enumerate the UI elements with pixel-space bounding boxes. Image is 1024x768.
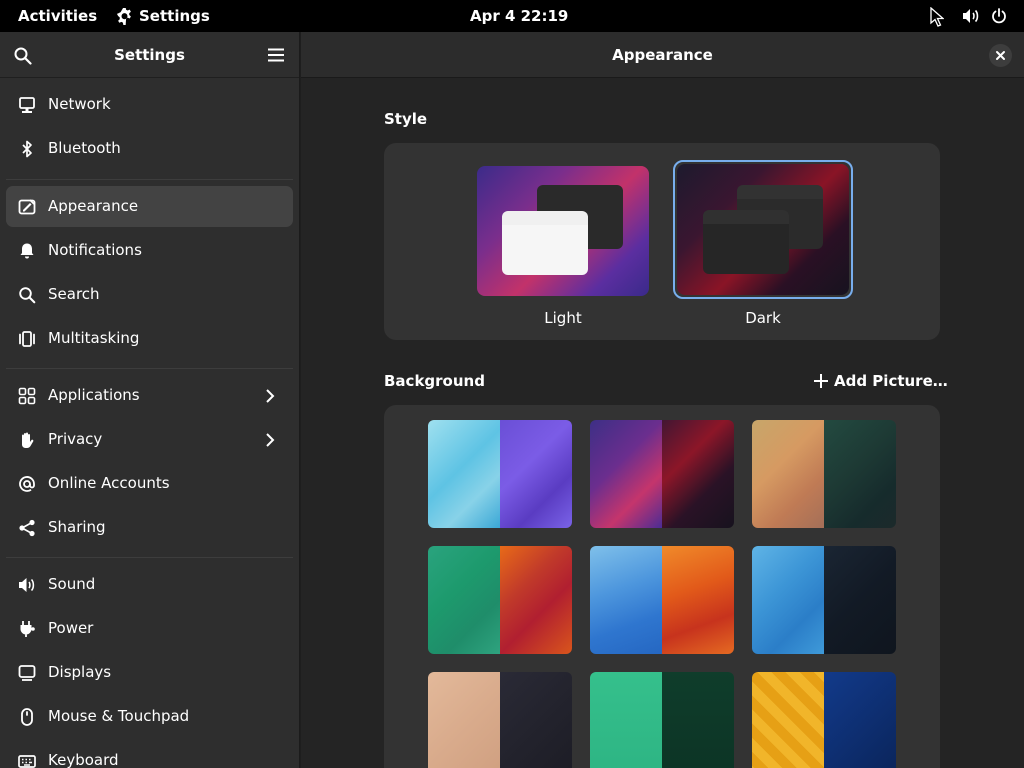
clock[interactable]: Apr 4 22:19 — [470, 0, 568, 32]
sidebar-item-label: Sound — [48, 575, 96, 593]
search-icon — [19, 287, 36, 304]
grid-icon — [18, 387, 36, 405]
dark-theme-option[interactable] — [677, 164, 849, 295]
sidebar-item-label: Online Accounts — [48, 474, 170, 492]
sidebar-item-label: Multitasking — [48, 329, 140, 347]
wallpaper-grid — [384, 405, 940, 768]
sidebar-item-multitasking[interactable]: Multitasking — [6, 318, 293, 359]
sidebar-title: Settings — [114, 46, 185, 64]
background-section-label: Background — [384, 372, 485, 390]
sidebar-item-label: Notifications — [48, 241, 142, 259]
wallpaper-thumbnail[interactable] — [752, 546, 896, 654]
sidebar-item-keyboard[interactable]: Keyboard — [6, 740, 293, 768]
sidebar-item-label: Power — [48, 619, 94, 637]
sidebar-separator — [6, 557, 293, 558]
sidebar-item-label: Mouse & Touchpad — [48, 707, 190, 725]
page-title: Appearance — [612, 46, 713, 64]
main-header: Appearance — [301, 32, 1024, 78]
sidebar-separator — [6, 368, 293, 369]
hamburger-menu-icon[interactable] — [268, 48, 284, 62]
sidebar-separator — [6, 179, 293, 180]
share-icon — [19, 519, 35, 537]
main-panel: Appearance Style Light Dark Background A… — [301, 32, 1024, 768]
light-theme-option[interactable] — [477, 166, 649, 296]
chevron-right-icon — [266, 389, 275, 403]
bell-icon — [20, 243, 34, 259]
display-icon — [18, 665, 36, 681]
wallpaper-thumbnail[interactable] — [752, 672, 896, 768]
volume-icon[interactable] — [962, 8, 980, 24]
dark-theme-selection-frame[interactable] — [673, 160, 853, 299]
wallpaper-thumbnail[interactable] — [590, 546, 734, 654]
hand-icon — [22, 432, 34, 448]
close-icon — [996, 51, 1005, 60]
add-picture-label: Add Picture… — [834, 372, 948, 390]
power-plug-icon — [20, 621, 35, 637]
wallpaper-thumbnail[interactable] — [428, 672, 572, 768]
sidebar-item-notifications[interactable]: Notifications — [6, 230, 293, 271]
wallpaper-thumbnail[interactable] — [428, 546, 572, 654]
wallpaper-thumbnail[interactable] — [428, 420, 572, 528]
plus-icon — [814, 374, 828, 388]
bluetooth-icon — [22, 140, 32, 158]
sidebar-header: Settings — [0, 32, 299, 78]
light-theme-label: Light — [544, 309, 582, 327]
sidebar-item-label: Sharing — [48, 518, 106, 536]
app-name: Settings — [139, 7, 210, 25]
speaker-icon — [19, 578, 35, 592]
at-icon — [19, 476, 35, 492]
mouse-icon — [21, 708, 33, 726]
sidebar-item-label: Keyboard — [48, 751, 119, 768]
sidebar-item-label: Bluetooth — [48, 139, 121, 157]
sidebar-item-mouse-touchpad[interactable]: Mouse & Touchpad — [6, 696, 293, 737]
preview-window-front — [703, 210, 789, 274]
sidebar-item-bluetooth[interactable]: Bluetooth — [6, 128, 293, 169]
sidebar-item-applications[interactable]: Applications — [6, 375, 293, 416]
chevron-right-icon — [266, 433, 275, 447]
sidebar-item-search[interactable]: Search — [6, 274, 293, 315]
preview-window-front — [502, 211, 588, 275]
power-icon[interactable] — [991, 8, 1007, 24]
wallpaper-thumbnail[interactable] — [590, 420, 734, 528]
wallpaper-thumbnail[interactable] — [590, 672, 734, 768]
sidebar-item-label: Appearance — [48, 197, 139, 215]
gear-icon — [116, 7, 131, 25]
sidebar-item-label: Privacy — [48, 430, 103, 448]
sidebar-item-displays[interactable]: Displays — [6, 652, 293, 693]
add-picture-button[interactable]: Add Picture… — [814, 372, 948, 390]
keyboard-icon — [18, 755, 36, 768]
dark-theme-label: Dark — [745, 309, 781, 327]
network-icon — [19, 97, 35, 113]
top-bar: Activities Settings Apr 4 22:19 — [0, 0, 1024, 32]
sidebar-item-appearance[interactable]: Appearance — [6, 186, 293, 227]
sidebar-item-sharing[interactable]: Sharing — [6, 507, 293, 548]
sidebar-item-label: Applications — [48, 386, 140, 404]
close-button[interactable] — [989, 44, 1012, 67]
mouse-pointer-icon — [930, 7, 944, 27]
sidebar-item-label: Search — [48, 285, 100, 303]
sidebar-item-sound[interactable]: Sound — [6, 564, 293, 605]
style-card: Light Dark — [384, 143, 940, 340]
sidebar: Settings Network Bluetooth Appearance No… — [0, 32, 300, 768]
sidebar-item-network[interactable]: Network — [6, 84, 293, 125]
sidebar-item-online-accounts[interactable]: Online Accounts — [6, 463, 293, 504]
sidebar-item-label: Displays — [48, 663, 112, 681]
sidebar-item-power[interactable]: Power — [6, 608, 293, 649]
sidebar-item-privacy[interactable]: Privacy — [6, 419, 293, 460]
wallpaper-thumbnail[interactable] — [752, 420, 896, 528]
sidebar-item-label: Network — [48, 95, 111, 113]
app-menu[interactable]: Settings — [116, 0, 210, 32]
multitasking-icon — [19, 331, 35, 347]
style-section-label: Style — [384, 110, 428, 128]
activities-button[interactable]: Activities — [18, 0, 97, 32]
appearance-icon — [18, 199, 36, 215]
